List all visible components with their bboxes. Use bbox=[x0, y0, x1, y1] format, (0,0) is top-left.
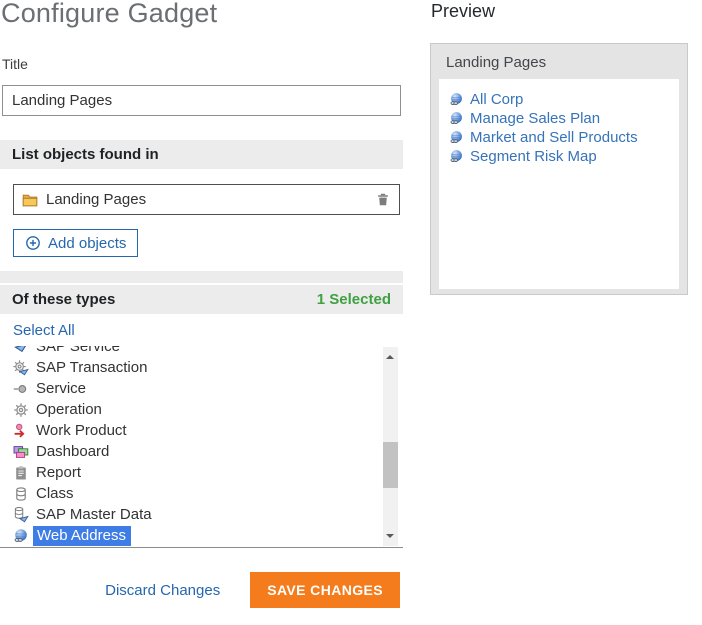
report-icon bbox=[13, 465, 29, 481]
configure-gadget-dialog: Configure Gadget Title List objects foun… bbox=[0, 0, 702, 625]
type-label: Report bbox=[36, 464, 81, 481]
preview-heading: Preview bbox=[431, 1, 495, 22]
scrollbar-thumb[interactable] bbox=[383, 442, 398, 488]
type-label: Operation bbox=[36, 401, 102, 418]
type-label: SAP Transaction bbox=[36, 359, 147, 376]
add-objects-label: Add objects bbox=[48, 235, 126, 252]
save-changes-button[interactable]: SAVE CHANGES bbox=[250, 572, 400, 608]
preview-link-label: Segment Risk Map bbox=[470, 148, 597, 165]
type-label: Work Product bbox=[36, 422, 127, 439]
discard-changes-link[interactable]: Discard Changes bbox=[105, 582, 220, 599]
type-list: SAP Service SAP Transaction Service bbox=[0, 346, 403, 548]
plus-circle-icon bbox=[25, 235, 41, 251]
type-list-item[interactable]: Work Product bbox=[13, 420, 403, 441]
dialog-actions: Discard Changes SAVE CHANGES bbox=[0, 572, 403, 608]
selected-count-badge: 1 Selected bbox=[317, 291, 391, 308]
web-address-icon bbox=[449, 130, 464, 145]
preview-link-label: All Corp bbox=[470, 91, 523, 108]
list-objects-section-body: Landing Pages Add objects bbox=[0, 169, 403, 271]
list-objects-section-title: List objects found in bbox=[12, 146, 159, 163]
scrollbar-up-arrow-icon[interactable] bbox=[383, 347, 398, 363]
gadget-title-input[interactable] bbox=[2, 85, 401, 116]
web-address-icon bbox=[449, 111, 464, 126]
type-list-item[interactable]: Report bbox=[13, 462, 403, 483]
service-icon bbox=[13, 381, 29, 397]
operation-icon bbox=[13, 402, 29, 418]
preview-link[interactable]: All Corp bbox=[449, 90, 679, 109]
type-label: Class bbox=[36, 485, 74, 502]
type-label: SAP Service bbox=[36, 346, 120, 355]
type-list-item[interactable]: SAP Master Data bbox=[13, 504, 403, 525]
preview-panel-body: All Corp Manage Sales Plan Market and Se… bbox=[439, 79, 679, 289]
type-label: Web Address bbox=[33, 526, 131, 546]
types-section-body: Select All SAP Service SAP Transaction bbox=[0, 314, 403, 548]
page-title: Configure Gadget bbox=[1, 0, 217, 29]
sap-service-icon bbox=[13, 346, 29, 355]
web-address-icon bbox=[13, 528, 29, 544]
sap-master-data-icon bbox=[13, 507, 29, 523]
type-list-item[interactable]: Operation bbox=[13, 399, 403, 420]
preview-link-label: Manage Sales Plan bbox=[470, 110, 600, 127]
title-field-label: Title bbox=[2, 56, 28, 72]
preview-panel-title: Landing Pages bbox=[431, 44, 687, 79]
web-address-icon bbox=[449, 92, 464, 107]
type-list-item[interactable]: Web Address bbox=[13, 525, 403, 546]
types-section-title: Of these types bbox=[12, 291, 115, 308]
object-row[interactable]: Landing Pages bbox=[13, 184, 400, 215]
folder-icon bbox=[22, 192, 38, 208]
type-label: SAP Master Data bbox=[36, 506, 152, 523]
type-list-item[interactable]: Service bbox=[13, 378, 403, 399]
types-section: Of these types 1 Selected Select All SAP… bbox=[0, 285, 403, 548]
preview-link[interactable]: Segment Risk Map bbox=[449, 147, 679, 166]
type-label: Service bbox=[36, 380, 86, 397]
type-list-scrollbar[interactable] bbox=[383, 347, 398, 546]
preview-link[interactable]: Market and Sell Products bbox=[449, 128, 679, 147]
web-address-icon bbox=[449, 149, 464, 164]
trash-icon[interactable] bbox=[376, 192, 390, 207]
types-section-header: Of these types 1 Selected bbox=[0, 285, 403, 314]
type-list-item[interactable]: SAP Service bbox=[13, 346, 403, 357]
class-icon bbox=[13, 486, 29, 502]
work-product-icon bbox=[13, 423, 29, 439]
sap-transaction-icon bbox=[13, 360, 29, 376]
select-all-link[interactable]: Select All bbox=[0, 314, 88, 346]
scrollbar-down-arrow-icon[interactable] bbox=[383, 530, 398, 546]
preview-link-label: Market and Sell Products bbox=[470, 129, 638, 146]
type-list-item[interactable]: Class bbox=[13, 483, 403, 504]
type-list-item[interactable]: Dashboard bbox=[13, 441, 403, 462]
dashboard-icon bbox=[13, 444, 29, 460]
object-label: Landing Pages bbox=[46, 191, 146, 208]
list-objects-section-header: List objects found in bbox=[0, 140, 403, 169]
preview-link[interactable]: Manage Sales Plan bbox=[449, 109, 679, 128]
type-list-item[interactable]: SAP Transaction bbox=[13, 357, 403, 378]
add-objects-button[interactable]: Add objects bbox=[13, 229, 138, 257]
type-label: Dashboard bbox=[36, 443, 109, 460]
list-objects-section: List objects found in Landing Pages Add … bbox=[0, 140, 403, 283]
preview-panel: Landing Pages All Corp Manage Sales Plan bbox=[430, 43, 688, 295]
